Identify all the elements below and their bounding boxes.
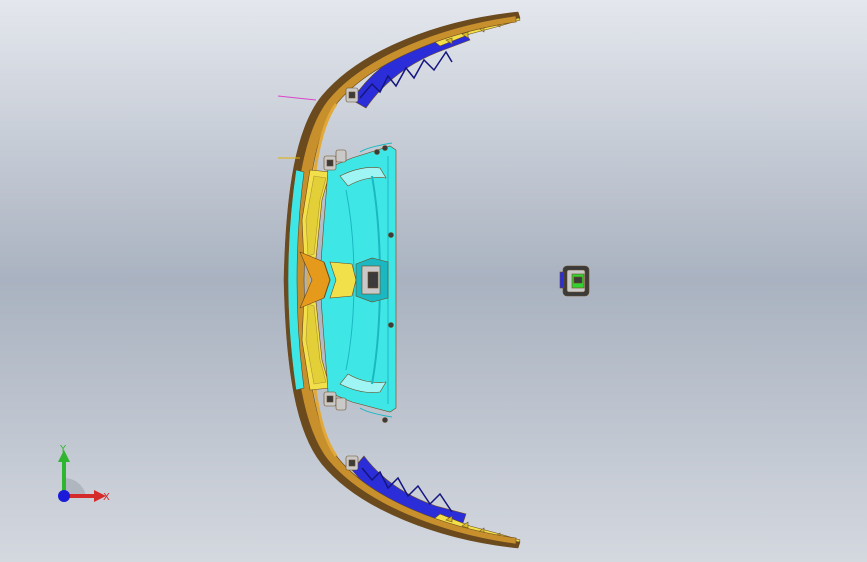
grille-clip-hole	[388, 322, 394, 328]
x-axis-label: X	[103, 492, 110, 503]
viewport-background	[0, 0, 867, 562]
cad-model-view[interactable]	[0, 0, 867, 562]
separate-connector-part[interactable]	[559, 265, 590, 297]
grille-clip-hole	[382, 145, 388, 151]
mount-clip-lower-outer[interactable]	[345, 455, 359, 471]
y-axis-label: Y	[59, 444, 67, 455]
grille-clip-hole	[374, 149, 380, 155]
center-latch-bracket[interactable]	[355, 257, 389, 303]
mount-clip-upper-outer[interactable]	[345, 87, 359, 103]
cad-graphics-viewport[interactable]: Y X	[0, 0, 867, 562]
coordinate-triad: Y X	[58, 444, 110, 503]
triad-origin-icon	[58, 490, 70, 502]
grille-clip-hole	[382, 417, 388, 423]
grille-clip-hole	[388, 232, 394, 238]
